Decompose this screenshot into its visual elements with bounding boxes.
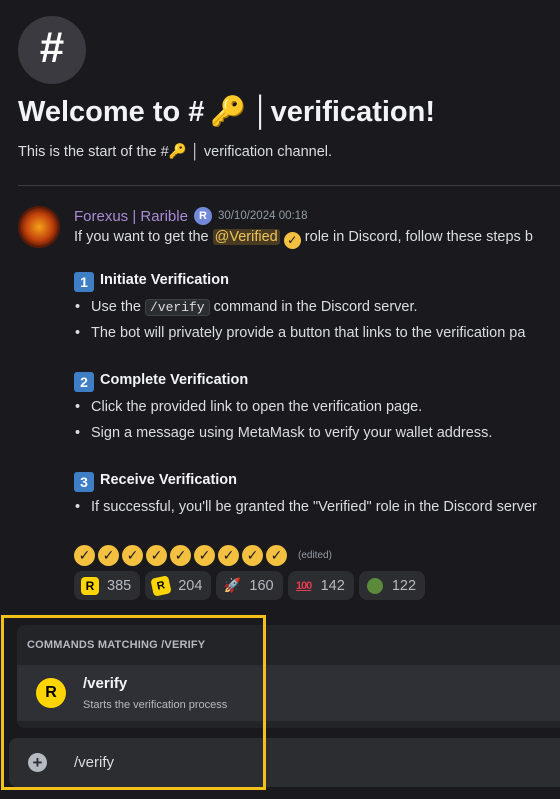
- message-timestamp[interactable]: 30/10/2024 00:18: [218, 210, 308, 222]
- verified-badges-row: ✓ ✓ ✓ ✓ ✓ ✓ ✓ ✓ ✓ (edited): [74, 545, 332, 566]
- autocomplete-header: COMMANDS MATCHING /VERIFY: [27, 639, 206, 651]
- verified-badge-icon: ✓: [283, 231, 301, 249]
- command-name: /verify: [83, 675, 128, 692]
- list-item: • The bot will privately provide a button…: [75, 325, 526, 341]
- list-item: • Use the /verify command in the Discord …: [75, 299, 418, 316]
- keycap-one-icon: 1: [74, 272, 94, 292]
- verified-badge-icon: ✓: [98, 545, 119, 566]
- channel-welcome-title: Welcome to # 🔑 │verification!: [18, 95, 436, 129]
- edited-label: (edited): [298, 550, 332, 561]
- add-attachment-plus-icon[interactable]: +: [28, 753, 47, 772]
- verified-badge-icon: ✓: [266, 545, 287, 566]
- keycap-two-icon: 2: [74, 372, 94, 392]
- hundred-points-icon: 100: [295, 579, 312, 592]
- command-autocomplete-popup: COMMANDS MATCHING /VERIFY R /verify Star…: [17, 625, 560, 728]
- rarible-app-icon: R: [36, 678, 66, 708]
- reaction-button[interactable]: R 385: [74, 571, 141, 600]
- reactions-bar: R 385 R 204 🚀 160 100 142 122: [74, 571, 426, 600]
- reaction-button[interactable]: 100 142: [287, 571, 354, 600]
- message-intro: If you want to get the @Verified ✓ role …: [74, 229, 533, 249]
- key-icon-small: 🔑: [168, 144, 187, 160]
- message-input[interactable]: /verify: [74, 754, 114, 771]
- message-header: Forexus | Rarible R 30/10/2024 00:18: [74, 207, 307, 225]
- rarible-tilted-logo-icon: R: [150, 574, 172, 597]
- verified-badge-icon: ✓: [218, 545, 239, 566]
- rarible-logo-icon: R: [81, 576, 99, 595]
- divider: [18, 185, 560, 186]
- author-name[interactable]: Forexus | Rarible: [74, 208, 188, 225]
- verified-badge-icon: ✓: [170, 545, 191, 566]
- list-item: • If successful, you'll be granted the "V…: [75, 499, 537, 515]
- list-item: • Sign a message using MetaMask to verify…: [75, 425, 493, 441]
- role-mention[interactable]: @Verified: [212, 229, 280, 245]
- command-description: Starts the verification process: [83, 699, 228, 711]
- reaction-button[interactable]: 122: [358, 571, 426, 600]
- reaction-button[interactable]: R 204: [145, 571, 212, 600]
- verified-badge-icon: ✓: [194, 545, 215, 566]
- channel-start-text: This is the start of the #🔑 │ verificati…: [18, 144, 333, 160]
- keycap-three-icon: 3: [74, 472, 94, 492]
- step-1-heading: 1 Initiate Verification: [74, 272, 229, 292]
- step-2-heading: 2 Complete Verification: [74, 372, 248, 392]
- list-item: • Click the provided link to open the ver…: [75, 399, 423, 415]
- key-icon: 🔑: [210, 96, 247, 128]
- app-badge-icon[interactable]: R: [193, 207, 212, 225]
- verified-badge-icon: ✓: [74, 545, 95, 566]
- rocket-icon: 🚀: [223, 577, 242, 593]
- verified-badge-icon: ✓: [242, 545, 263, 566]
- reaction-button[interactable]: 🚀 160: [216, 571, 283, 600]
- command-option-verify[interactable]: R /verify Starts the verification proces…: [17, 665, 560, 721]
- verified-badge-icon: ✓: [122, 545, 143, 566]
- message-input-bar: + /verify: [9, 738, 560, 787]
- inline-code: /verify: [145, 299, 210, 316]
- author-avatar[interactable]: [18, 206, 60, 248]
- verified-badge-icon: ✓: [146, 545, 167, 566]
- pepe-icon: [366, 577, 384, 595]
- step-3-heading: 3 Receive Verification: [74, 472, 237, 492]
- channel-hash-icon: #: [18, 16, 86, 84]
